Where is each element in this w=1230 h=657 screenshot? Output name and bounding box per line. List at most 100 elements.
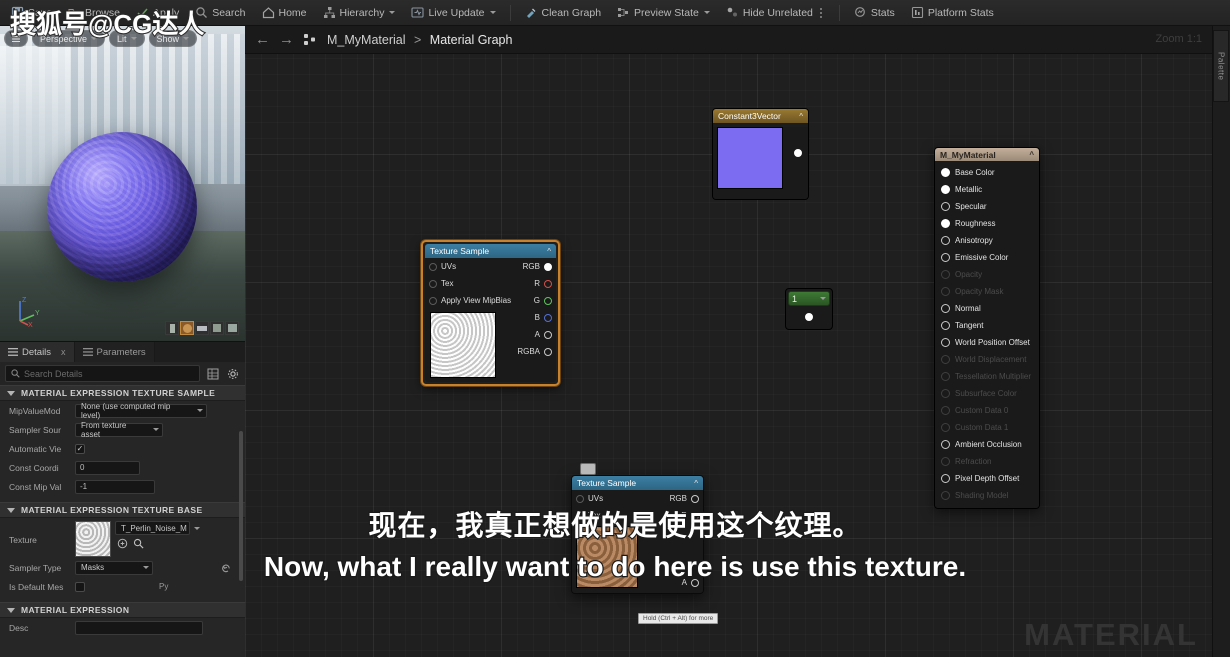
overflow-dots-icon[interactable] (817, 7, 825, 18)
pin-icon-r[interactable] (544, 279, 552, 288)
pin-icon-dragged-uvs[interactable] (576, 494, 584, 503)
back-arrow-icon[interactable]: ← (255, 32, 270, 47)
details-settings-button[interactable] (225, 366, 240, 381)
toolbar-button-preview-state[interactable]: Preview State (610, 2, 717, 24)
property-checkbox-is-default-mesh[interactable] (75, 581, 85, 592)
property-field-desc[interactable] (75, 620, 203, 635)
pin-icon-uvs[interactable] (429, 262, 437, 271)
pin-icon-tex[interactable] (429, 279, 437, 288)
toolbar-button-hierarchy[interactable]: Hierarchy (316, 2, 403, 24)
chevron-down-icon[interactable] (389, 11, 396, 14)
breadcrumb-root[interactable]: M_MyMaterial (327, 33, 406, 47)
graph-node-constant3vector[interactable]: Constant3Vector ^ (712, 108, 809, 200)
forward-arrow-icon[interactable]: → (279, 32, 294, 47)
material-pin-specular[interactable]: Specular (935, 198, 1039, 215)
preview-material-sphere[interactable] (47, 132, 197, 282)
input-pin-tex[interactable]: Tex (425, 275, 516, 292)
pin-icon-base-color[interactable] (941, 168, 950, 177)
material-pin-base-color[interactable]: Base Color (935, 164, 1039, 181)
pin-icon-pixel-depth-offset[interactable] (941, 474, 950, 483)
pin-icon-mipbias[interactable] (429, 296, 437, 305)
material-pin-metallic[interactable]: Metallic (935, 181, 1039, 198)
chevron-down-icon-scalar[interactable] (820, 297, 826, 300)
material-preview-viewport[interactable]: Perspective Lit Show Z Y X (0, 26, 245, 341)
chevron-down-icon-preview[interactable] (703, 11, 710, 14)
scalar-node-value-box[interactable]: 1 (788, 291, 830, 306)
pin-icon-specular[interactable] (941, 202, 950, 211)
texture-sample-title: Texture Sample (430, 246, 490, 256)
constant-output-pin[interactable] (794, 149, 802, 157)
material-pin-tangent[interactable]: Tangent (935, 317, 1039, 334)
pin-icon-normal[interactable] (941, 304, 950, 313)
toolbar-button-live-update[interactable]: Live Update (404, 2, 502, 24)
pin-icon-roughness[interactable] (941, 219, 950, 228)
toolbar-button-platform-stats[interactable]: Platform Stats (904, 2, 1001, 24)
graph-node-scalar-constant[interactable]: 1 (785, 288, 833, 330)
details-view-options-button[interactable] (205, 366, 220, 381)
output-pin-a[interactable]: A (516, 326, 556, 343)
details-search-input[interactable]: Search Details (5, 365, 200, 382)
pin-icon-b[interactable] (544, 313, 552, 322)
preview-shape-plane[interactable] (195, 321, 209, 335)
palette-tab[interactable]: Palette (1213, 30, 1229, 102)
preview-shape-custom-mesh[interactable] (225, 321, 239, 335)
material-pin-pixel-depth-offset[interactable]: Pixel Depth Offset (935, 470, 1039, 487)
pin-icon-a[interactable] (544, 330, 552, 339)
category-header-texture-sample[interactable]: MATERIAL EXPRESSION TEXTURE SAMPLE (0, 385, 245, 401)
pin-icon-dragged-rgb[interactable] (691, 494, 699, 503)
material-output-title-bar[interactable]: M_MyMaterial ^ (935, 148, 1039, 161)
material-pin-ambient-occlusion[interactable]: Ambient Occlusion (935, 436, 1039, 453)
preview-shape-cube[interactable] (210, 321, 224, 335)
pin-icon-world-position-offset[interactable] (941, 338, 950, 347)
property-field-const-coordinate[interactable]: 0 (75, 460, 140, 475)
pin-icon-tangent[interactable] (941, 321, 950, 330)
material-pin-world-position-offset[interactable]: World Position Offset (935, 334, 1039, 351)
toolbar-button-home[interactable]: Home (255, 2, 314, 24)
property-combo-mipvaluemode[interactable]: None (use computed mip level) (75, 402, 207, 420)
property-checkbox-automatic-view[interactable]: ✓ (75, 443, 85, 454)
graph-node-material-output[interactable]: M_MyMaterial ^ Base Color Metallic Specu… (934, 147, 1040, 509)
output-pin-rgba[interactable]: RGBA (516, 343, 556, 360)
output-pin-r[interactable]: R (516, 275, 556, 292)
material-pin-roughness[interactable]: Roughness (935, 215, 1039, 232)
property-combo-sampler-source[interactable]: From texture asset (75, 421, 163, 439)
tab-parameters[interactable]: Parameters (74, 342, 155, 362)
preview-shape-sphere[interactable] (180, 321, 194, 335)
pin-icon-emissive-color[interactable] (941, 253, 950, 262)
chevron-up-icon-texsample[interactable]: ^ (547, 247, 551, 256)
pin-icon-rgb[interactable] (544, 262, 552, 271)
tab-details[interactable]: Details x (0, 342, 75, 362)
category-header-material-expression[interactable]: MATERIAL EXPRESSION (0, 602, 245, 618)
constant-node-title-bar[interactable]: Constant3Vector ^ (713, 109, 808, 123)
material-pin-emissive-color[interactable]: Emissive Color (935, 249, 1039, 266)
breadcrumb-leaf[interactable]: Material Graph (430, 33, 513, 47)
pin-icon-ambient-occlusion[interactable] (941, 440, 950, 449)
chevron-up-icon-dragged[interactable]: ^ (694, 479, 698, 488)
output-pin-g[interactable]: G (516, 292, 556, 309)
input-pin-apply-view-mipbias[interactable]: Apply View MipBias (425, 292, 516, 309)
property-field-const-mip-value[interactable]: -1 (75, 479, 155, 494)
pin-icon-metallic[interactable] (941, 185, 950, 194)
graph-node-texture-sample[interactable]: Texture Sample ^ UVs Tex Apply View MipB… (421, 240, 560, 386)
material-pin-normal[interactable]: Normal (935, 300, 1039, 317)
output-pin-b[interactable]: B (516, 309, 556, 326)
constant-color-swatch[interactable] (717, 127, 783, 189)
toolbar-button-hide-unrelated[interactable]: Hide Unrelated (719, 2, 832, 24)
pin-icon-g[interactable] (544, 296, 552, 305)
chevron-up-icon-constant[interactable]: ^ (799, 112, 803, 121)
output-pin-rgb[interactable]: RGB (516, 258, 556, 275)
input-pin-uvs[interactable]: UVs (425, 258, 516, 275)
clean-graph-icon (525, 6, 538, 19)
close-icon[interactable]: x (61, 347, 66, 357)
preview-shape-cylinder[interactable] (165, 321, 179, 335)
scalar-output-pin[interactable] (805, 313, 813, 321)
toolbar-button-stats[interactable]: Stats (847, 2, 902, 24)
chevron-down-icon-live[interactable] (489, 11, 496, 14)
chevron-up-icon-material[interactable]: ^ (1029, 150, 1034, 159)
dragged-node-title-bar[interactable]: Texture Sample ^ (572, 476, 703, 490)
pin-icon-anisotropy[interactable] (941, 236, 950, 245)
toolbar-button-clean-graph[interactable]: Clean Graph (518, 2, 609, 24)
pin-icon-rgba[interactable] (544, 347, 552, 356)
material-pin-anisotropy[interactable]: Anisotropy (935, 232, 1039, 249)
texture-sample-title-bar[interactable]: Texture Sample ^ (425, 244, 556, 258)
